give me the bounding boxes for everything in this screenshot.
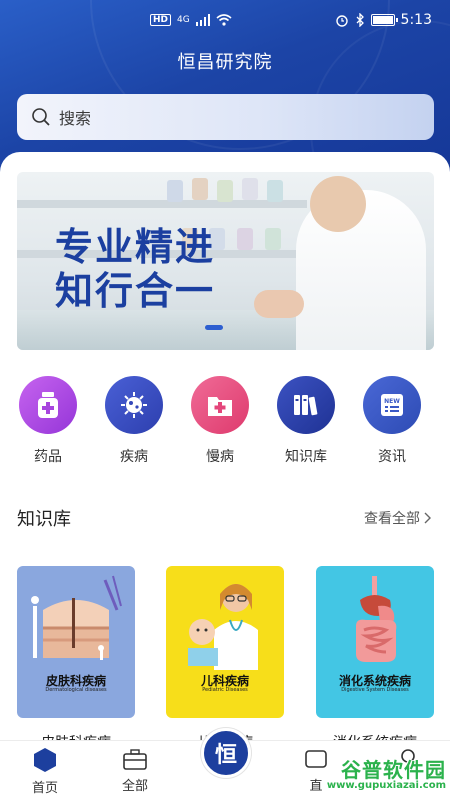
- knowledge-section-header: 知识库 查看全部: [17, 505, 432, 531]
- carousel-indicator: [205, 325, 223, 330]
- category-disease[interactable]: 疾病: [91, 376, 177, 466]
- alarm-icon: [335, 15, 348, 27]
- category-label: 药品: [34, 449, 62, 465]
- virus-icon: [105, 376, 163, 434]
- battery-icon: [370, 14, 398, 26]
- signal-icon: [195, 14, 210, 26]
- digestive-organs-illustration: [356, 576, 397, 662]
- view-all-label: 查看全部: [364, 511, 420, 527]
- category-label: 知识库: [285, 449, 327, 465]
- bluetooth-icon: [356, 13, 364, 27]
- search-placeholder: 搜索: [59, 109, 92, 128]
- home-hexagon-icon: [34, 748, 56, 772]
- knowledge-card-pediatrics[interactable]: 儿科疾病 Pediatric Diseases: [166, 566, 284, 718]
- tab-all[interactable]: 全部: [105, 747, 165, 794]
- svg-text:NEW: NEW: [384, 398, 400, 405]
- knowledge-card-digestive[interactable]: 消化系统疾病 Digestive System Diseases: [316, 566, 434, 718]
- center-action-button[interactable]: 恒: [201, 728, 251, 778]
- promo-banner[interactable]: 专业精进 知行合一: [17, 172, 434, 350]
- medicine-bottle-icon: [19, 376, 77, 434]
- wifi-icon: [216, 14, 232, 26]
- tab-label: 首页: [31, 781, 58, 796]
- watermark: 谷普软件园 www.gupuxiazai.com: [306, 752, 446, 796]
- category-medicine[interactable]: 药品: [5, 376, 91, 466]
- news-icon: NEW: [363, 376, 421, 434]
- hd-badge: HD: [150, 14, 172, 26]
- clock: 5:13: [400, 12, 432, 28]
- category-grid: 药品 疾病 慢病 知识库 NEW 资讯: [0, 376, 450, 466]
- doctor-hands: [254, 290, 304, 318]
- doctor-baby-illustration: [188, 584, 258, 670]
- watermark-url: www.gupuxiazai.com: [326, 780, 446, 791]
- center-logo: 恒: [214, 743, 237, 768]
- category-label: 疾病: [120, 449, 148, 465]
- watermark-text: 谷普软件园: [341, 758, 446, 782]
- search-icon: [32, 108, 50, 126]
- tab-label: 全部: [121, 779, 148, 794]
- skin-layers-illustration: [31, 575, 122, 660]
- search-input[interactable]: 搜索: [17, 94, 434, 140]
- briefcase-icon: [123, 749, 147, 770]
- chevron-right-icon: [424, 512, 431, 524]
- card-subtitle: Digestive System Diseases: [341, 687, 409, 693]
- category-knowledge[interactable]: 知识库: [263, 376, 349, 466]
- books-icon: [277, 376, 335, 434]
- tab-home[interactable]: 首页: [15, 747, 75, 796]
- view-all-link[interactable]: 查看全部: [364, 508, 432, 528]
- category-label: 慢病: [206, 449, 234, 465]
- status-bar: HD 4G 5:13: [0, 0, 450, 40]
- doctor-image: [296, 176, 426, 350]
- card-subtitle: Dermatological diseases: [45, 687, 107, 693]
- category-label: 资讯: [378, 449, 406, 465]
- banner-line-2: 知行合一: [55, 269, 216, 313]
- category-chronic[interactable]: 慢病: [177, 376, 263, 466]
- card-subtitle: Pediatric Diseases: [202, 687, 248, 693]
- medical-folder-icon: [191, 376, 249, 434]
- section-title: 知识库: [17, 509, 71, 530]
- network-label: 4G: [177, 15, 190, 25]
- knowledge-card-dermatology[interactable]: 皮肤科疾病 Dermatological diseases: [17, 566, 135, 718]
- page-title: 恒昌研究院: [177, 52, 273, 73]
- category-news[interactable]: NEW 资讯: [349, 376, 435, 466]
